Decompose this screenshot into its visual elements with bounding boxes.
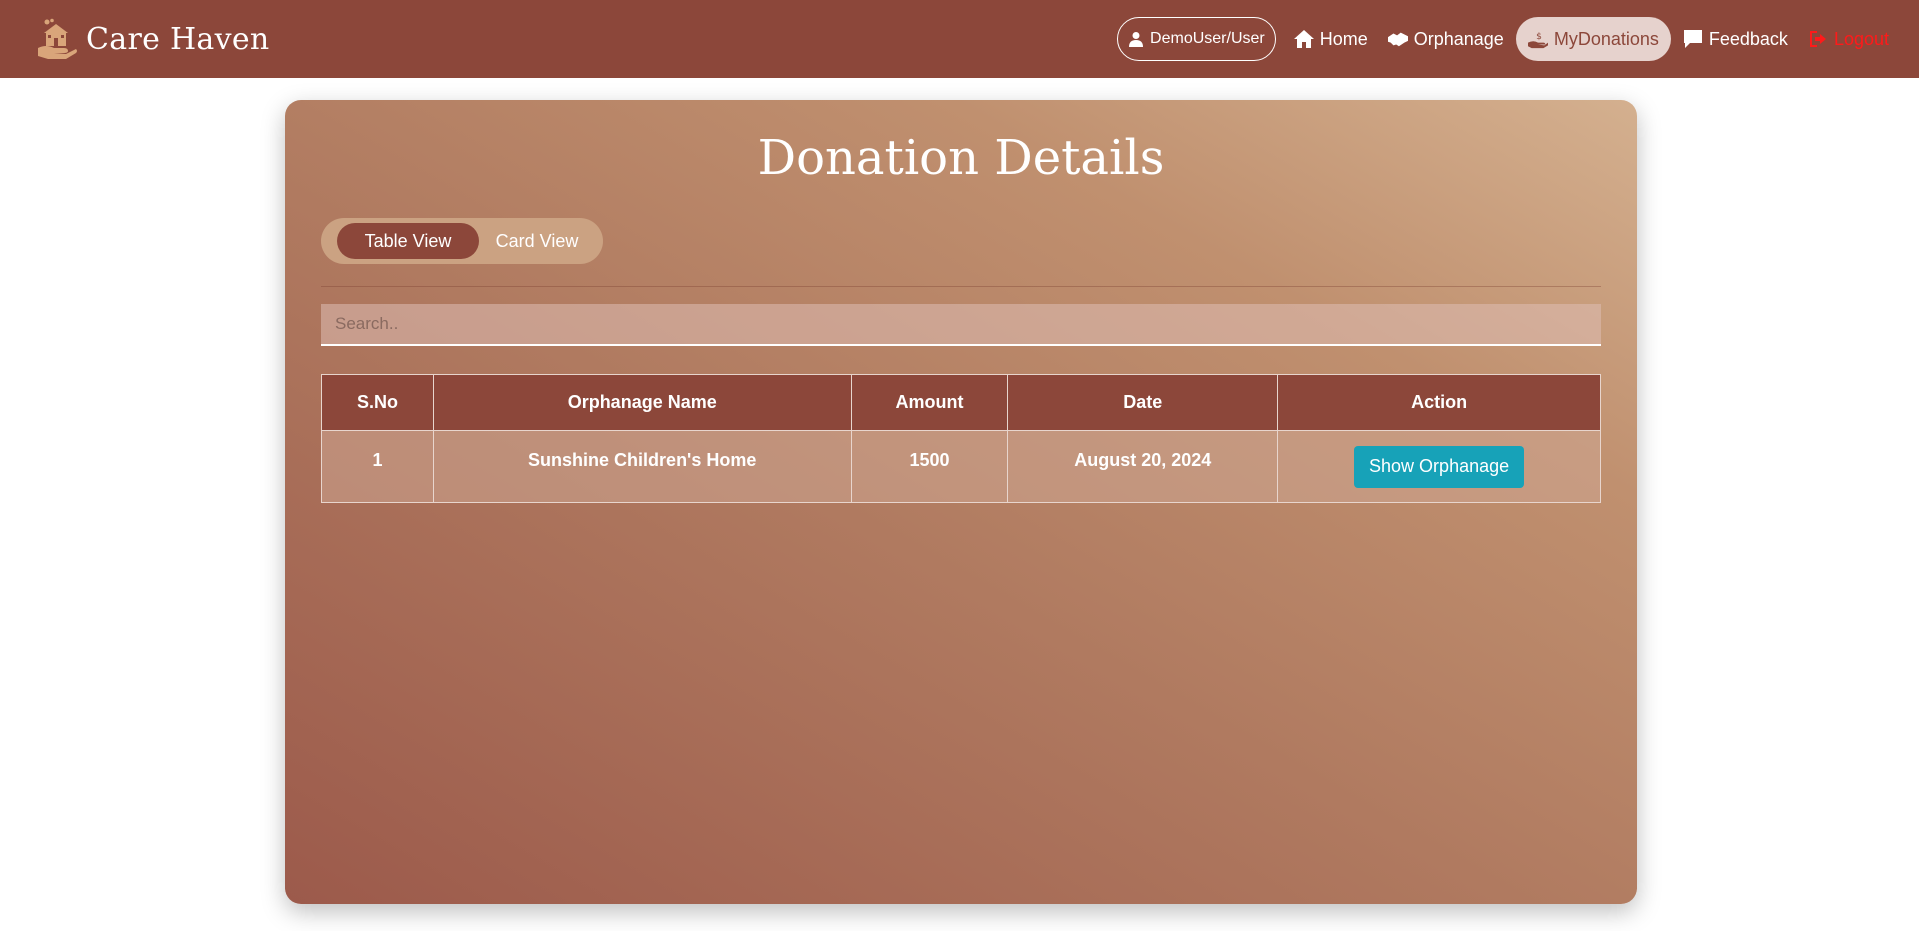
table-header-row: S.No Orphanage Name Amount Date Action bbox=[321, 374, 1601, 431]
cell-date: August 20, 2024 bbox=[1007, 430, 1279, 503]
cell-amount: 1500 bbox=[850, 430, 1009, 503]
nav-menu: DemoUser/User Home Orphanage $ MyDonatio… bbox=[1117, 17, 1897, 61]
donation-hand-icon: $ bbox=[1527, 32, 1548, 49]
brand[interactable]: Care Haven bbox=[36, 18, 270, 60]
home-icon bbox=[1293, 30, 1314, 48]
donations-table: S.No Orphanage Name Amount Date Action 1… bbox=[321, 374, 1601, 503]
column-header: Amount bbox=[850, 374, 1009, 431]
nav-item-feedback[interactable]: Feedback bbox=[1675, 17, 1796, 61]
user-icon bbox=[1129, 32, 1144, 47]
donation-details-card: Donation Details Table View Card View S.… bbox=[285, 100, 1637, 904]
nav-item-label: MyDonations bbox=[1553, 28, 1659, 49]
handshake-icon bbox=[1387, 32, 1408, 47]
divider bbox=[321, 286, 1601, 287]
page-title: Donation Details bbox=[757, 130, 1165, 186]
show-orphanage-button[interactable]: Show Orphanage bbox=[1354, 445, 1525, 488]
navbar: Care Haven DemoUser/User Home Orphanage … bbox=[0, 0, 1919, 78]
logout-icon bbox=[1809, 31, 1826, 47]
user-profile-button[interactable]: DemoUser/User bbox=[1117, 17, 1276, 61]
nav-item-label: Orphanage bbox=[1413, 28, 1504, 49]
comment-icon bbox=[1683, 30, 1702, 48]
nav-item-logout[interactable]: Logout bbox=[1800, 17, 1897, 61]
nav-item-label: Home bbox=[1319, 28, 1368, 49]
svg-text:$: $ bbox=[1536, 32, 1542, 42]
view-toggle: Table View Card View bbox=[321, 218, 603, 264]
cell-orphanage-name: Sunshine Children's Home bbox=[432, 430, 852, 503]
column-header: Action bbox=[1277, 374, 1601, 431]
table-view-button[interactable]: Table View bbox=[337, 223, 479, 259]
brand-name: Care Haven bbox=[86, 21, 270, 57]
hand-house-icon bbox=[36, 18, 78, 60]
card-view-button[interactable]: Card View bbox=[479, 223, 595, 259]
column-header: Date bbox=[1007, 374, 1279, 431]
column-header: Orphanage Name bbox=[432, 374, 852, 431]
search-input[interactable] bbox=[321, 304, 1601, 346]
nav-item-label: Feedback bbox=[1708, 28, 1788, 49]
user-label: DemoUser/User bbox=[1150, 30, 1265, 47]
cell-sno: 1 bbox=[321, 430, 434, 503]
column-header: S.No bbox=[321, 374, 434, 431]
nav-item-home[interactable]: Home bbox=[1286, 17, 1376, 61]
cell-action: Show Orphanage bbox=[1277, 430, 1601, 503]
table-row: 1 Sunshine Children's Home 1500 August 2… bbox=[321, 430, 1601, 503]
nav-item-mydonations[interactable]: $ MyDonations bbox=[1515, 17, 1671, 61]
nav-item-orphanage[interactable]: Orphanage bbox=[1380, 17, 1512, 61]
nav-item-label: Logout bbox=[1833, 28, 1889, 49]
